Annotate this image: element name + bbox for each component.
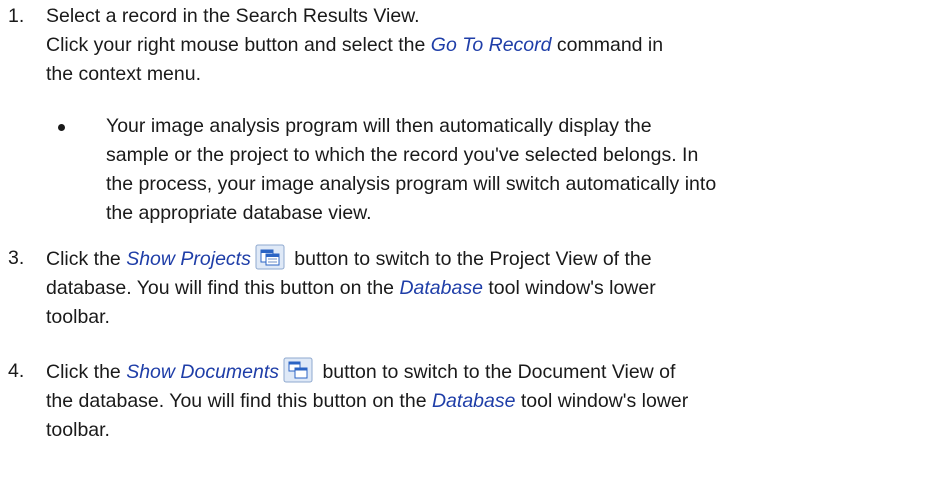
text-segment: the database. You will find this button …	[46, 390, 432, 412]
help-page: 1. Select a record in the Search Results…	[0, 0, 943, 477]
step-3-line-2: database. You will find this button on t…	[46, 274, 920, 303]
step-number: 1.	[8, 5, 25, 27]
show-projects-icon[interactable]	[255, 244, 285, 270]
bullet-dot	[58, 124, 65, 131]
step-1-line-1: Select a record in the Search Results Vi…	[46, 5, 420, 27]
text-segment: tool window's lower	[515, 390, 689, 412]
show-documents-icon[interactable]	[283, 357, 313, 383]
text-segment: database. You will find this button on t…	[46, 277, 400, 299]
step-3-line-1: Click the Show Projects button to switch…	[46, 244, 920, 274]
text-segment: command in	[551, 34, 664, 56]
text-segment: button to switch to the Document View of	[317, 361, 676, 383]
step-4-line-1: Click the Show Documents button to switc…	[46, 357, 920, 387]
text-segment: button to switch to the Project View of …	[288, 248, 652, 270]
bullet-line-1: Your image analysis program will then au…	[106, 115, 652, 137]
step-4-line-2: the database. You will find this button …	[46, 387, 920, 416]
go-to-record-link[interactable]: Go To Record	[431, 34, 552, 56]
step-1-line-3: the context menu.	[46, 63, 202, 85]
database-link[interactable]: Database	[432, 390, 515, 412]
step-number: 3.	[8, 247, 25, 269]
text-segment: Click the	[46, 248, 127, 270]
show-projects-link[interactable]: Show Projects	[126, 248, 251, 270]
text-segment: Click your right mouse button and select…	[46, 34, 431, 56]
bullet-line-3: the process, your image analysis program…	[106, 173, 717, 195]
step-1: 1. Select a record in the Search Results…	[0, 2, 920, 89]
text-segment: Click the	[46, 361, 127, 383]
database-link[interactable]: Database	[399, 277, 482, 299]
step-1-line-2: Click your right mouse button and select…	[46, 31, 920, 60]
show-documents-link[interactable]: Show Documents	[126, 361, 279, 383]
step-3-line-3: toolbar.	[46, 306, 110, 328]
step-4-line-3: toolbar.	[46, 419, 110, 441]
text-segment: tool window's lower	[482, 277, 656, 299]
bullet-note: Your image analysis program will then au…	[0, 112, 935, 228]
bullet-line-2: sample or the project to which the recor…	[106, 144, 699, 166]
step-4: 4. Click the Show Documents button to sw…	[0, 357, 920, 445]
step-number: 4.	[8, 360, 25, 382]
step-3: 3. Click the Show Projects button to swi…	[0, 244, 920, 332]
bullet-line-4: the appropriate database view.	[106, 202, 372, 224]
